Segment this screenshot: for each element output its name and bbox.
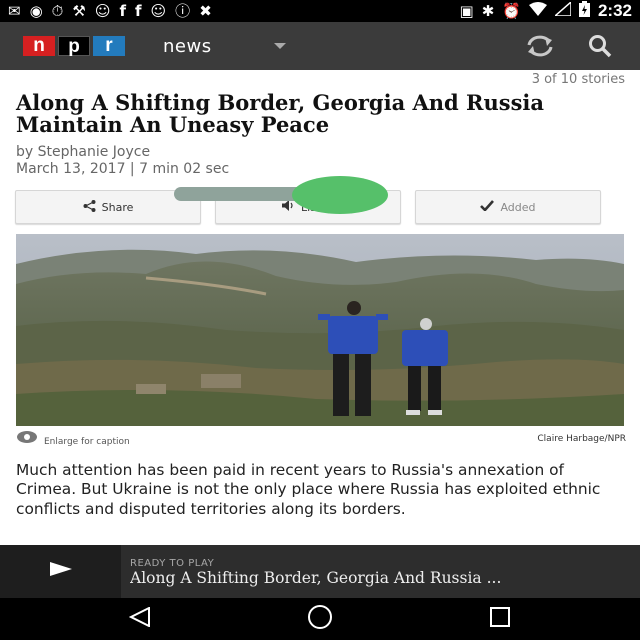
checkmark-icon <box>480 200 495 214</box>
no-signal-icon <box>552 0 572 21</box>
recents-button[interactable] <box>470 598 530 640</box>
npr-logo[interactable]: n p r <box>23 36 125 57</box>
touch-indicator-dot <box>292 176 388 214</box>
article-body: Much attention has been paid in recent y… <box>16 461 601 518</box>
timer-icon: ⏱ <box>51 2 64 20</box>
wifi-icon <box>528 1 547 21</box>
alarm-icon: ⏰ <box>502 2 521 20</box>
image-caption-row: Enlarge for caption Claire Harbage/NPR <box>16 430 626 448</box>
chevron-down-icon[interactable] <box>273 43 286 49</box>
home-button[interactable] <box>290 598 350 640</box>
share-label: Share <box>101 200 134 214</box>
navigation-bar <box>0 598 640 640</box>
notification-icons: ✉ ◉ ⏱ ⚒ ☺ f f ☺ ⓘ ✖ <box>8 0 212 22</box>
audio-player: READY TO PLAY Along A Shifting Border, G… <box>0 545 640 598</box>
logo-letter-p: p <box>58 36 90 57</box>
player-status: READY TO PLAY <box>130 558 215 569</box>
record-icon: ◉ <box>29 2 43 20</box>
info-icon: ⓘ <box>175 2 191 20</box>
recents-icon <box>489 606 511 633</box>
battery-charging-icon <box>578 0 590 22</box>
status-bar: ✉ ◉ ⏱ ⚒ ☺ f f ☺ ⓘ ✖ ▣ ✱ ⏰ 2:32 <box>0 0 640 22</box>
player-title[interactable]: Along A Shifting Border, Georgia And Rus… <box>130 569 624 587</box>
back-icon <box>128 605 151 632</box>
speaker-icon <box>282 200 295 214</box>
smiley-icon: ☺ <box>150 2 167 20</box>
back-button[interactable] <box>110 598 170 640</box>
date-duration: March 13, 2017 | 7 min 02 sec <box>16 161 230 177</box>
logo-letter-r: r <box>93 36 125 56</box>
photo-credit: Claire Harbage/NPR <box>537 434 626 444</box>
story-counter: 3 of 10 stories <box>531 72 625 87</box>
app-bar-actions <box>524 34 612 58</box>
enlarge-caption-link[interactable]: Enlarge for caption <box>44 437 130 447</box>
play-button[interactable] <box>0 545 121 598</box>
facebook-icon: f <box>135 2 142 20</box>
system-icons: ▣ ✱ ⏰ 2:32 <box>460 0 632 22</box>
logo-letter-n: n <box>23 36 55 56</box>
clock: 2:32 <box>597 1 632 20</box>
lock-icon: ▣ <box>459 2 474 20</box>
no-sim-icon: ✖ <box>199 2 212 20</box>
wrench-icon: ⚒ <box>72 2 86 20</box>
landscape-photo <box>16 234 624 426</box>
bluetooth-icon: ✱ <box>481 2 495 20</box>
added-button[interactable]: Added <box>415 190 601 224</box>
author: by Stephanie Joyce <box>16 144 151 160</box>
play-icon <box>49 562 72 581</box>
article-image[interactable] <box>16 234 624 426</box>
message-icon: ✉ <box>8 2 21 20</box>
article-byline: by Stephanie Joyce March 13, 2017 | 7 mi… <box>16 144 229 178</box>
smiley-icon: ☺ <box>94 2 111 20</box>
search-icon[interactable] <box>588 34 612 58</box>
refresh-icon[interactable] <box>524 34 556 58</box>
facebook-icon: f <box>119 2 126 20</box>
share-icon <box>83 199 96 215</box>
enlarge-icon[interactable] <box>16 430 38 449</box>
app-bar: n p r news <box>0 22 640 70</box>
added-label: Added <box>500 200 536 214</box>
home-icon <box>307 604 333 635</box>
section-dropdown[interactable]: news <box>163 36 212 57</box>
article-headline: Along A Shifting Border, Georgia And Rus… <box>16 90 545 137</box>
